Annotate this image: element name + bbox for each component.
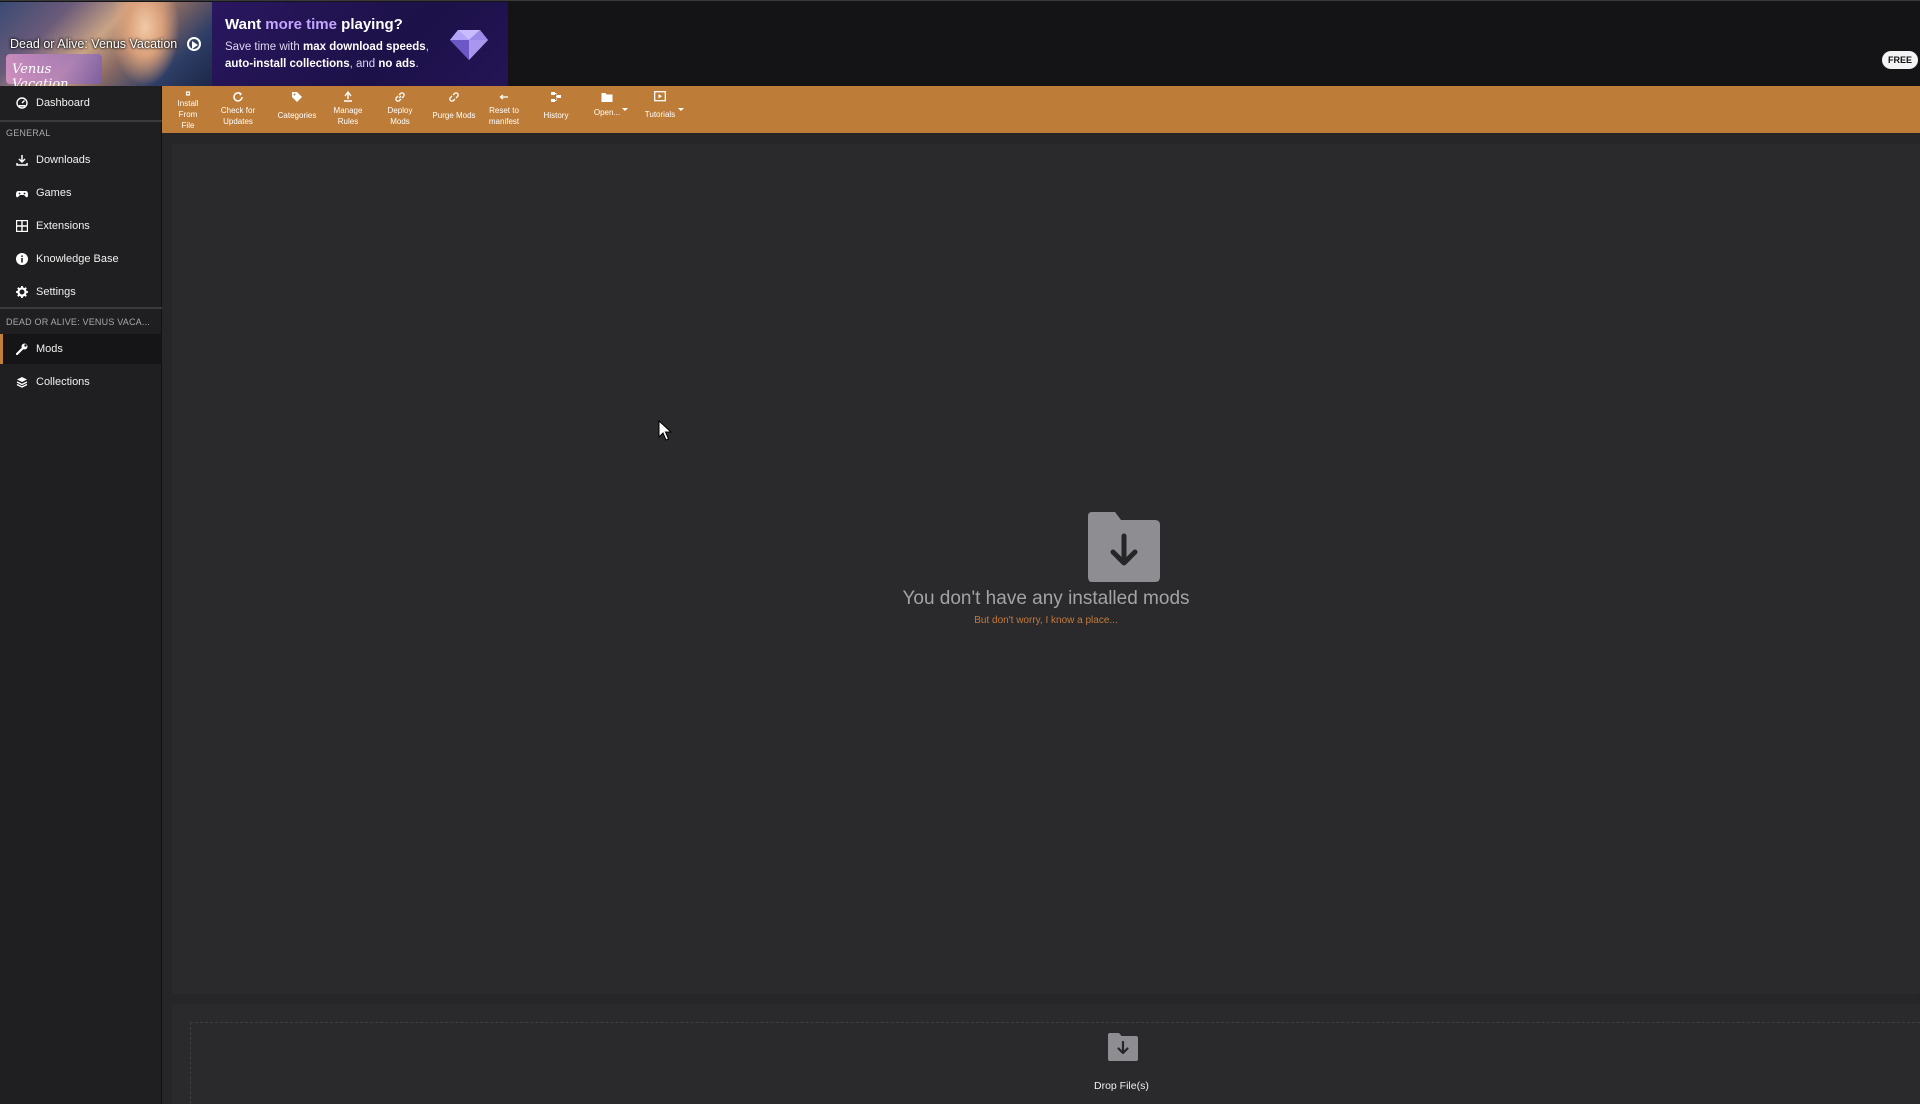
divider [0,120,162,122]
download-icon [16,155,28,166]
play-icon[interactable] [187,37,201,51]
unlink-icon [449,92,459,102]
sidebar-item-games[interactable]: Games [0,178,162,208]
open-dropdown-button[interactable]: Open... [592,91,628,131]
chevron-down-icon [622,108,628,111]
info-icon [16,253,28,265]
sidebar-item-downloads[interactable]: Downloads [0,145,162,175]
folder-icon [601,93,613,102]
undo-icon [499,94,508,100]
chevron-down-icon [678,108,684,111]
history-icon [551,92,561,102]
sidebar-item-label: Dashboard [36,97,90,109]
gear-icon [16,286,28,298]
sidebar-item-label: Collections [36,376,90,388]
categories-button[interactable]: Categories [276,91,318,131]
sidebar-item-knowledge-base[interactable]: Knowledge Base [0,244,162,274]
link-icon [395,92,405,102]
install-from-file-button[interactable]: Install From File [172,91,204,131]
wrench-icon [16,343,28,355]
premium-promo-banner[interactable]: Want more time playing? Save time with m… [212,2,508,86]
drop-zone[interactable] [190,1022,1920,1104]
mods-toolbar: Install From File Check for Updates Catego… [162,86,1920,133]
folder-download-icon [1108,1033,1138,1061]
gamepad-icon [16,191,28,198]
game-banner[interactable]: Venus Vacation Dead or Alive: Venus Vaca… [0,2,212,86]
sidebar-item-label: Knowledge Base [36,253,119,265]
check-for-updates-button[interactable]: Check for Updates [220,91,256,131]
section-label-game: DEAD OR ALIVE: VENUS VACA... [6,317,150,327]
divider [0,307,162,309]
refresh-icon [233,92,243,102]
tag-icon [292,92,302,102]
folder-download-icon [1088,512,1160,582]
layers-icon [16,377,28,388]
rules-icon [344,91,352,102]
tutorials-dropdown-button[interactable]: Tutorials [642,91,684,131]
sidebar-item-label: Extensions [36,220,90,232]
sidebar-item-mods[interactable]: Mods [0,334,162,364]
game-logo: Venus Vacation [6,54,102,86]
video-icon [654,91,666,102]
purge-mods-button[interactable]: Purge Mods [430,91,478,131]
find-mods-link[interactable]: But don't worry, I know a place... [172,615,1920,626]
sidebar-item-label: Mods [36,343,63,355]
empty-state-title: You don't have any installed mods [902,588,1190,609]
sidebar-item-collections[interactable]: Collections [0,367,162,397]
drop-zone-label: Drop File(s) [1094,1080,1149,1092]
drop-zone-panel [172,1004,1920,1104]
sidebar-item-label: Settings [36,286,76,298]
diamond-icon [450,30,488,60]
mouse-cursor-icon [658,420,672,441]
grid-icon [16,220,28,232]
reset-to-manifest-button[interactable]: Reset to manifest [488,91,520,131]
dashboard-icon [16,97,28,109]
free-badge[interactable]: FREE [1882,51,1918,69]
sidebar-item-settings[interactable]: Settings [0,277,162,307]
plus-box-icon [185,91,191,96]
top-header: Venus Vacation Dead or Alive: Venus Vaca… [0,0,1920,86]
sidebar-item-label: Downloads [36,154,91,166]
game-banner-title: Dead or Alive: Venus Vacation [10,37,178,51]
deploy-mods-button[interactable]: Deploy Mods [384,91,416,131]
sidebar-item-label: Games [36,187,72,199]
manage-rules-button[interactable]: Manage Rules [332,91,364,131]
history-button[interactable]: History [540,91,572,131]
section-label-general: GENERAL [6,128,51,138]
sidebar-item-dashboard[interactable]: Dashboard [0,88,162,118]
sidebar: Dashboard GENERAL Downloads Games Extens… [0,86,162,1104]
mods-list-panel: You don't have any installed mods But do… [172,144,1920,994]
sidebar-item-extensions[interactable]: Extensions [0,211,162,241]
